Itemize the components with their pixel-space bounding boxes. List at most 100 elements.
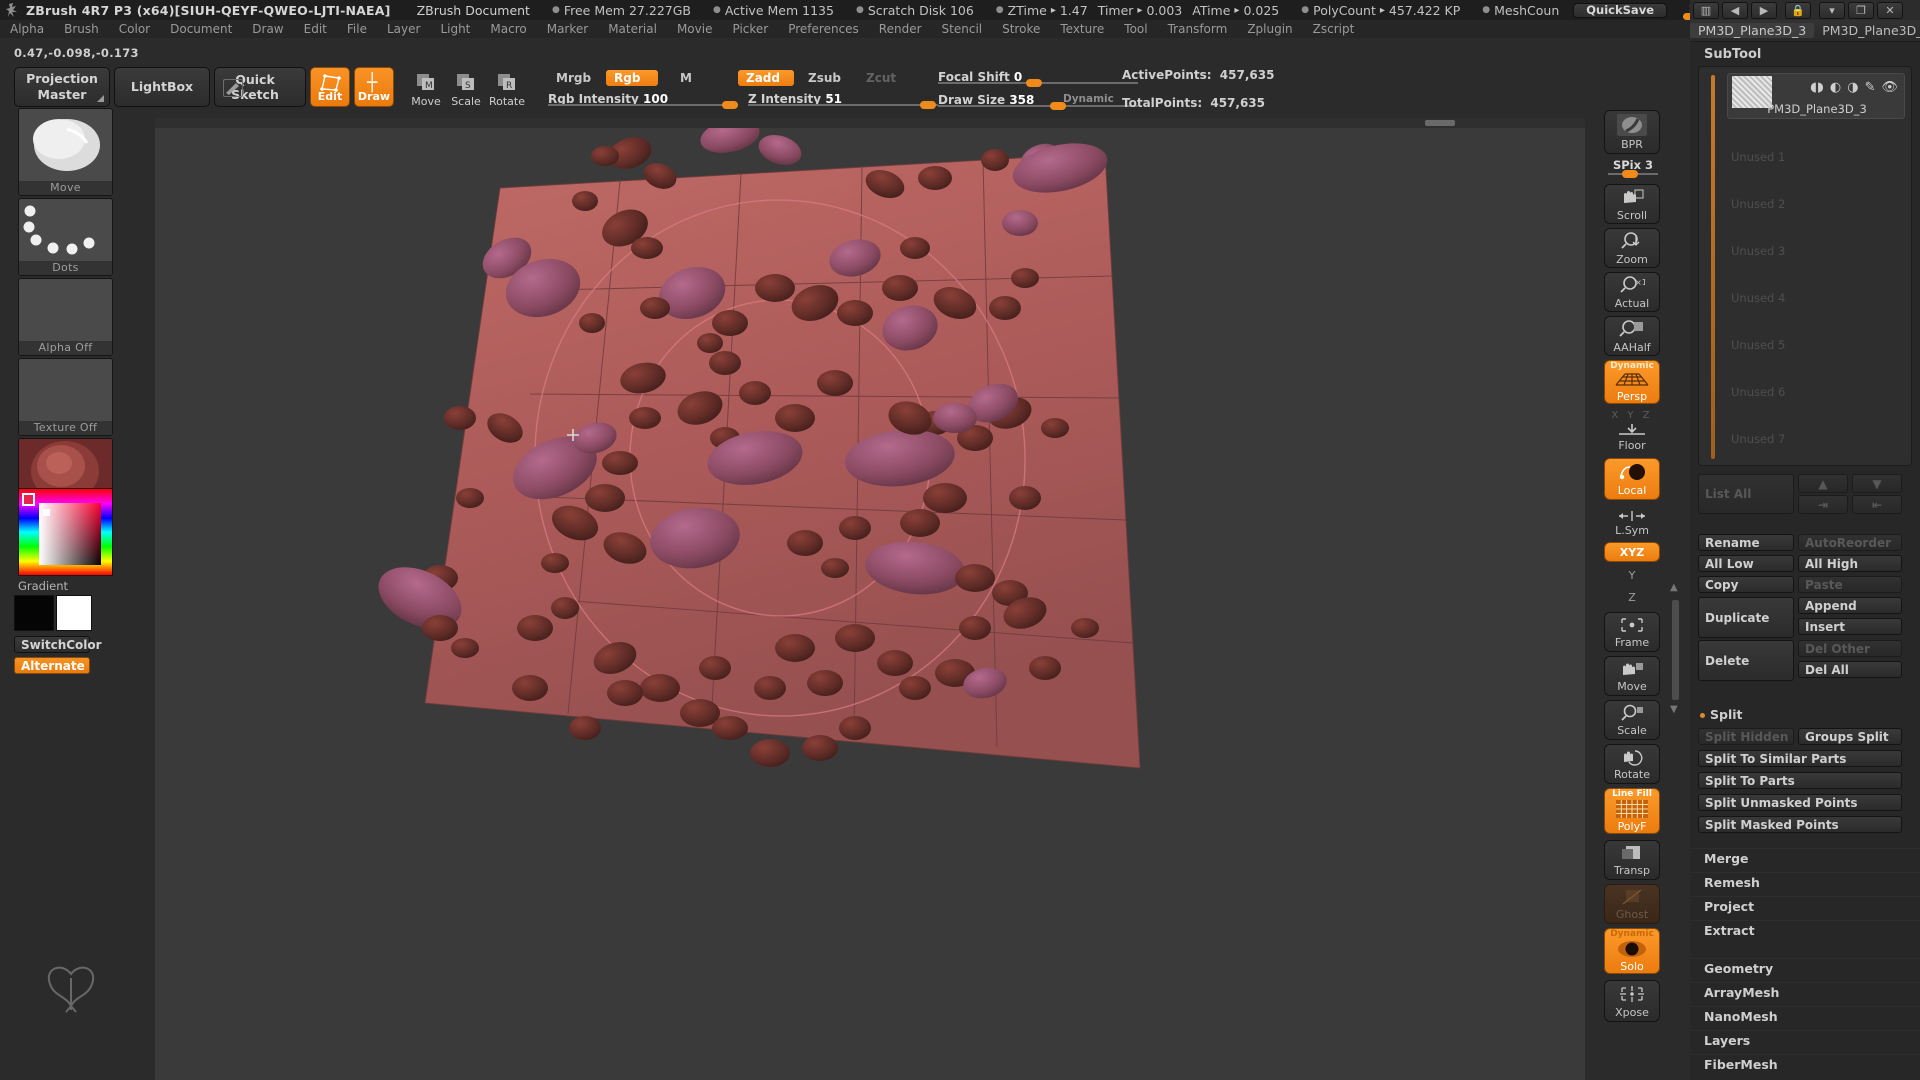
rename-button[interactable]: Rename [1698,534,1794,551]
actual-button[interactable]: ×1 Actual [1604,272,1660,312]
insert-button[interactable]: Insert [1798,618,1902,635]
focal-shift-knob[interactable] [1026,79,1042,87]
menu-item-color[interactable]: Color [109,20,160,38]
draw-size-track[interactable] [938,105,1138,107]
viewport-canvas[interactable] [155,128,1585,1080]
move-subtool-down-button[interactable]: ▼ [1852,474,1902,493]
geometry-section[interactable]: Geometry [1690,958,1920,978]
menu-item-stencil[interactable]: Stencil [932,20,993,38]
lsym-button[interactable]: L.Sym [1604,508,1660,538]
list-all-button[interactable]: List All [1698,474,1794,514]
polypaint-icon[interactable]: ◑ [1847,80,1858,95]
autoreorder-button[interactable]: AutoReorder [1798,534,1902,551]
viewport-vertical-scrollbar[interactable] [1672,600,1679,700]
split-unmasked-points-button[interactable]: Split Unmasked Points [1698,794,1902,811]
rgb-button[interactable]: Rgb [606,70,658,86]
copy-button[interactable]: Copy [1698,576,1794,593]
split-to-similar-parts-button[interactable]: Split To Similar Parts [1698,750,1902,767]
menu-item-alpha[interactable]: Alpha [0,20,54,38]
gradient-label[interactable]: Gradient [18,579,68,593]
polyframe-button[interactable]: Line Fill PolyF [1604,788,1660,834]
z-intensity-knob[interactable] [920,101,936,109]
split-hidden-button[interactable]: Split Hidden [1698,728,1794,745]
menu-item-transform[interactable]: Transform [1158,20,1238,38]
rgb-intensity-knob[interactable] [722,101,738,109]
tool-tab-left[interactable]: PM3D_Plane3D_3 [1690,23,1815,38]
layers-section[interactable]: Layers [1690,1030,1920,1050]
menu-item-layer[interactable]: Layer [377,20,430,38]
xyz-button[interactable]: XYZ [1604,542,1660,562]
bpr-button[interactable]: BPR [1604,110,1660,154]
zsub-button[interactable]: Zsub [800,70,849,86]
local-button[interactable]: Local [1604,458,1660,500]
alpha-selector[interactable]: Alpha Off [18,278,113,356]
rotate-y-button[interactable]: Y [1604,566,1660,584]
move-subtool-out-button[interactable]: ⇥ [1798,495,1848,514]
menu-item-preferences[interactable]: Preferences [778,20,869,38]
subtool-list[interactable]: ◖◗ ◐ ◑ ✎ 👁 PM3D_Plane3D_3 Unused 1 Unused 2 Unus… [1698,66,1912,466]
canvas-top-scrollbar[interactable] [155,118,1585,128]
gizmo-scale-button[interactable]: Scale [1604,700,1660,740]
menu-item-stroke[interactable]: Stroke [992,20,1050,38]
scroll-up-arrow-icon[interactable]: ▲ [1670,582,1678,593]
frame-button[interactable]: Frame [1604,612,1660,652]
append-button[interactable]: Append [1798,597,1902,614]
scale-button[interactable]: S Scale [446,72,486,108]
texture-selector[interactable]: Texture Off [18,358,113,436]
lock-icon[interactable]: 🔒 [1785,1,1811,19]
move-subtool-up-button[interactable]: ▲ [1798,474,1848,493]
main-color-swatch[interactable] [14,595,54,631]
menu-item-macro[interactable]: Macro [480,20,536,38]
menu-item-zplugin[interactable]: Zplugin [1237,20,1302,38]
canvas-scroll-handle[interactable] [1425,120,1455,126]
projection-master-button[interactable]: Projection Master [14,67,110,107]
spix-slider[interactable]: SPix 3 [1606,158,1660,180]
zadd-button[interactable]: Zadd [738,70,794,86]
fibermesh-section[interactable]: FiberMesh [1690,1054,1920,1074]
floor-axes-label[interactable]: X Y Z [1608,410,1656,421]
menu-item-brush[interactable]: Brush [54,20,109,38]
close-icon[interactable]: ✕ [1877,1,1903,19]
xpose-button[interactable]: Xpose [1604,980,1660,1022]
zoom-button[interactable]: Zoom [1604,228,1660,268]
tool-palette-icon[interactable]: ▥ [1693,1,1719,19]
extract-section[interactable]: Extract [1690,920,1920,940]
z-intensity-track[interactable] [748,104,938,106]
menu-item-render[interactable]: Render [869,20,932,38]
floor-button[interactable]: Floor [1604,422,1660,452]
all-high-button[interactable]: All High [1798,555,1902,572]
rgb-intensity-track[interactable] [548,104,738,106]
alternate-button[interactable]: Alternate [14,657,90,674]
arraymesh-section[interactable]: ArrayMesh [1690,982,1920,1002]
eye-icon[interactable]: 👁 [1881,80,1898,95]
sv-cursor-marker[interactable] [43,509,50,516]
secondary-color-swatch[interactable] [56,595,92,631]
remesh-section[interactable]: Remesh [1690,872,1920,892]
del-other-button[interactable]: Del Other [1798,640,1902,657]
zcut-button[interactable]: Zcut [858,70,904,86]
restore-icon[interactable]: ❐ [1848,1,1874,19]
primary-color-marker[interactable] [22,493,35,506]
persp-button[interactable]: Dynamic Persp [1604,360,1660,404]
rgb-intensity-slider[interactable]: Rgb Intensity 100 [548,92,738,109]
merge-section[interactable]: Merge [1690,848,1920,868]
quicksave-button[interactable]: QuickSave [1573,2,1667,18]
spix-knob[interactable] [1622,170,1638,178]
scroll-down-arrow-icon[interactable]: ▼ [1670,704,1678,715]
z-intensity-slider[interactable]: Z Intensity 51 [748,92,938,109]
dynamic-label[interactable]: Dynamic [1063,93,1114,105]
ghost-button[interactable]: Ghost [1604,884,1660,924]
subtool-panel-title[interactable]: SubTool [1690,44,1920,64]
tool-tab-right[interactable]: PM3D_Plane3D_4 [1814,23,1920,38]
subtool-item[interactable]: Unused 3 [1727,214,1905,260]
gizmo-rotate-button[interactable]: Rotate [1604,744,1660,784]
delete-button[interactable]: Delete [1698,640,1794,681]
smooth-shade-icon[interactable]: ◐ [1830,80,1841,95]
menu-item-zscript[interactable]: Zscript [1303,20,1365,38]
menu-item-light[interactable]: Light [430,20,480,38]
prev-tool-icon[interactable]: ◀ [1722,1,1748,19]
solo-button[interactable]: Dynamic Solo [1604,928,1660,974]
menu-item-movie[interactable]: Movie [667,20,723,38]
lightbox-button[interactable]: LightBox [114,67,210,107]
subtool-scroll-rail[interactable] [1711,75,1715,459]
